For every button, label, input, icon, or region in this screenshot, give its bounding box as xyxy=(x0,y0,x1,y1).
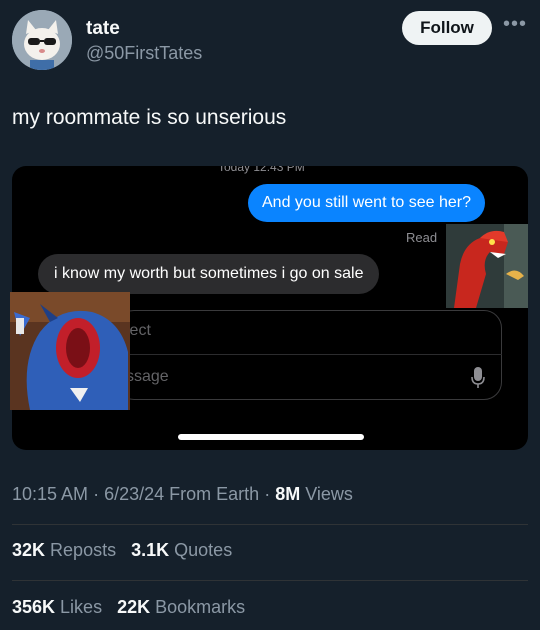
message-timestamp: Today 12:43 PM xyxy=(218,166,305,174)
views-count: 8M xyxy=(275,484,301,504)
quotes-label: Quotes xyxy=(174,540,233,560)
author-handle[interactable]: @50FirstTates xyxy=(86,43,202,64)
likes-stat[interactable]: 356K Likes xyxy=(12,597,102,617)
likes-count: 356K xyxy=(12,597,56,617)
meta-separator: · xyxy=(93,484,105,504)
views-label: Views xyxy=(305,484,353,504)
red-creature-picture xyxy=(446,224,528,308)
tweet-text: my roommate is so unserious xyxy=(12,106,287,129)
quotes-stat[interactable]: 3.1K Quotes xyxy=(131,540,232,560)
bookmarks-stat[interactable]: 22K Bookmarks xyxy=(117,597,245,617)
home-indicator xyxy=(178,434,364,440)
blue-creature-picture xyxy=(10,292,130,410)
likes-bookmarks-row: 356K Likes 22K Bookmarks xyxy=(12,597,245,618)
reposts-quotes-row: 32K Reposts 3.1K Quotes xyxy=(12,540,232,561)
reposts-stat[interactable]: 32K Reposts xyxy=(12,540,116,560)
read-receipt: Read xyxy=(406,230,438,245)
divider xyxy=(12,580,528,581)
blue-creature-image xyxy=(10,292,130,410)
author-name[interactable]: tate xyxy=(86,18,120,40)
meta-separator: · xyxy=(264,484,276,504)
compose-box xyxy=(116,310,502,400)
red-creature-image xyxy=(446,224,528,308)
follow-button[interactable]: Follow xyxy=(402,11,492,45)
tweet-header: tate @50FirstTates Follow ••• xyxy=(0,0,540,90)
avatar[interactable] xyxy=(12,10,72,70)
quotes-count: 3.1K xyxy=(131,540,170,560)
tweet-meta: 10:15 AM · 6/23/24 From Earth · 8M Views xyxy=(12,484,353,505)
bookmarks-count: 22K xyxy=(117,597,151,617)
bookmarks-label: Bookmarks xyxy=(155,597,246,617)
reposts-label: Reposts xyxy=(50,540,117,560)
cat-avatar-icon xyxy=(12,10,72,70)
tweet-time[interactable]: 10:15 AM xyxy=(12,484,88,504)
tweet-date[interactable]: 6/23/24 xyxy=(104,484,164,504)
compose-divider xyxy=(116,354,502,355)
tweet-source: From Earth xyxy=(169,484,260,504)
microphone-icon xyxy=(471,367,485,388)
message-placeholder: ssage xyxy=(126,368,169,385)
likes-label: Likes xyxy=(60,597,103,617)
outgoing-message-bubble: And you still went to see her? xyxy=(248,184,486,222)
more-dots-icon[interactable]: ••• xyxy=(500,14,530,38)
reposts-count: 32K xyxy=(12,540,46,560)
incoming-message-bubble: i know my worth but sometimes i go on sa… xyxy=(38,254,380,294)
divider xyxy=(12,524,528,525)
